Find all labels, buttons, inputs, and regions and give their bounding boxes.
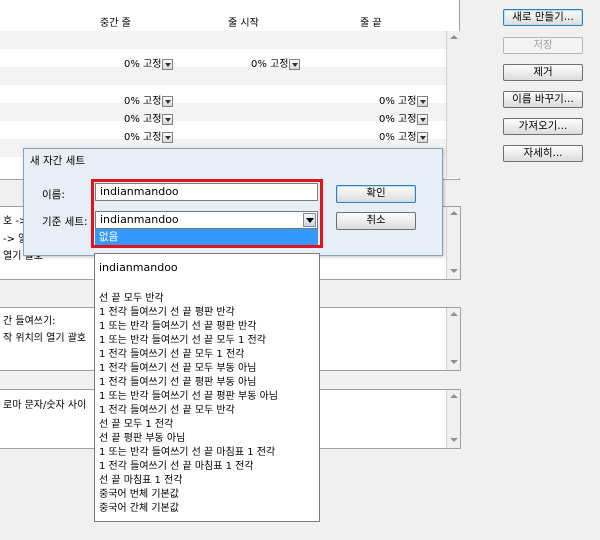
dropdown-option[interactable]: 1 전각 들여쓰기 선 끝 마침표 1 전각: [99, 460, 254, 473]
stepper-icon[interactable]: [162, 131, 174, 143]
scroll-down-icon[interactable]: [450, 438, 458, 442]
scroll-down-icon[interactable]: [450, 360, 458, 364]
dropdown-option[interactable]: 선 끝 모두 반각: [99, 292, 164, 305]
stepper-icon[interactable]: [417, 131, 429, 143]
delete-button[interactable]: 제거: [503, 64, 583, 81]
stepper-icon[interactable]: [162, 95, 174, 107]
save-button[interactable]: 저장: [503, 37, 583, 54]
base-set-label: 기준 세트:: [42, 216, 88, 228]
stepper-icon[interactable]: [289, 58, 301, 70]
panel-2-text: 작 위치의 열기 괄호: [3, 333, 87, 344]
scroll-up-icon[interactable]: [450, 312, 458, 316]
panel-3-text: 로마 문자/숫자 사이: [3, 400, 87, 411]
scroll-up-icon[interactable]: [450, 394, 458, 398]
details-button[interactable]: 자세히...: [503, 145, 583, 162]
dropdown-option[interactable]: 1 또는 반각 들여쓰기 선 끝 평판 반각: [99, 320, 256, 333]
dropdown-option[interactable]: 1 또는 반각 들여쓰기 선 끝 평판 부동 아님: [99, 390, 278, 403]
new-button[interactable]: 새로 만들기...: [503, 9, 583, 26]
dropdown-option[interactable]: 1 전각 들여쓰기 선 끝 모두 반각: [99, 404, 235, 417]
chevron-down-icon[interactable]: [303, 213, 316, 227]
dropdown-option[interactable]: 중국어 번체 기본값: [99, 488, 179, 501]
table-row[interactable]: [0, 67, 446, 85]
dropdown-option[interactable]: 선 끝 모두 1 전각: [99, 418, 173, 431]
dropdown-option[interactable]: 1 전각 들여쓰기 선 끝 평판 부동 아님: [99, 376, 256, 389]
scroll-up-icon[interactable]: [450, 211, 458, 215]
scroll-down-icon[interactable]: [450, 269, 458, 273]
column-header-line-start: 줄 시작: [228, 18, 259, 29]
stepper-icon[interactable]: [162, 58, 174, 70]
dialog-title: 새 자간 세트: [30, 155, 85, 167]
row-4-middle[interactable]: 0% 고정: [124, 128, 174, 143]
dropdown-option-selected[interactable]: 없음: [95, 229, 318, 245]
dropdown-option[interactable]: 중국어 간체 기본값: [99, 502, 179, 515]
dropdown-option[interactable]: 선 끝 마침표 1 전각: [99, 474, 182, 487]
dropdown-option[interactable]: 선 끝 평판 부동 아님: [99, 432, 185, 445]
table-row[interactable]: [0, 31, 446, 49]
row-1-start[interactable]: 0% 고정: [251, 55, 301, 70]
dropdown-option[interactable]: 1 전각 들여쓰기 선 끝 모두 부동 아님: [99, 362, 256, 375]
name-input[interactable]: indianmandoo: [95, 183, 318, 201]
dropdown-option[interactable]: 1 또는 반각 들여쓰기 선 끝 마침표 1 전각: [99, 446, 275, 459]
row-1-middle[interactable]: 0% 고정: [124, 55, 174, 70]
stepper-icon[interactable]: [162, 113, 174, 125]
stepper-icon[interactable]: [417, 95, 429, 107]
row-2-end[interactable]: 0% 고정: [379, 92, 429, 107]
rename-button[interactable]: 이름 바꾸기...: [503, 91, 583, 108]
panel-1-scrollbar[interactable]: [446, 207, 460, 279]
panel-2-text: 간 들여쓰기:: [3, 316, 56, 327]
base-set-select[interactable]: indianmandoo: [95, 211, 318, 229]
dropdown-option[interactable]: indianmandoo: [99, 261, 178, 274]
row-3-middle[interactable]: 0% 고정: [124, 110, 174, 125]
ok-button[interactable]: 확인: [336, 185, 416, 203]
column-header-middle: 중간 줄: [100, 18, 131, 29]
import-button[interactable]: 가져오기...: [503, 118, 583, 135]
panel-3-scrollbar[interactable]: [446, 390, 460, 448]
dropdown-option[interactable]: 1 전각 들여쓰기 선 끝 모두 1 전각: [99, 348, 244, 361]
stepper-icon[interactable]: [417, 113, 429, 125]
base-set-value: indianmandoo: [100, 213, 179, 226]
row-2-middle[interactable]: 0% 고정: [124, 92, 174, 107]
row-3-end[interactable]: 0% 고정: [379, 110, 429, 125]
name-label: 이름:: [42, 189, 65, 201]
base-set-dropdown-list: indianmandoo 선 끝 모두 반각 1 전각 들여쓰기 선 끝 평판 …: [94, 253, 320, 522]
scroll-up-icon[interactable]: [450, 35, 458, 39]
column-header-line-end: 줄 끝: [360, 18, 382, 29]
table-scrollbar[interactable]: [446, 31, 460, 178]
dropdown-option[interactable]: 1 또는 반각 들여쓰기 선 끝 모두 1 전각: [99, 334, 266, 347]
dropdown-option[interactable]: 1 전각 들여쓰기 선 끝 평판 반각: [99, 306, 235, 319]
panel-2-scrollbar[interactable]: [446, 308, 460, 370]
row-4-end[interactable]: 0% 고정: [379, 128, 429, 143]
cancel-button[interactable]: 취소: [336, 212, 416, 230]
